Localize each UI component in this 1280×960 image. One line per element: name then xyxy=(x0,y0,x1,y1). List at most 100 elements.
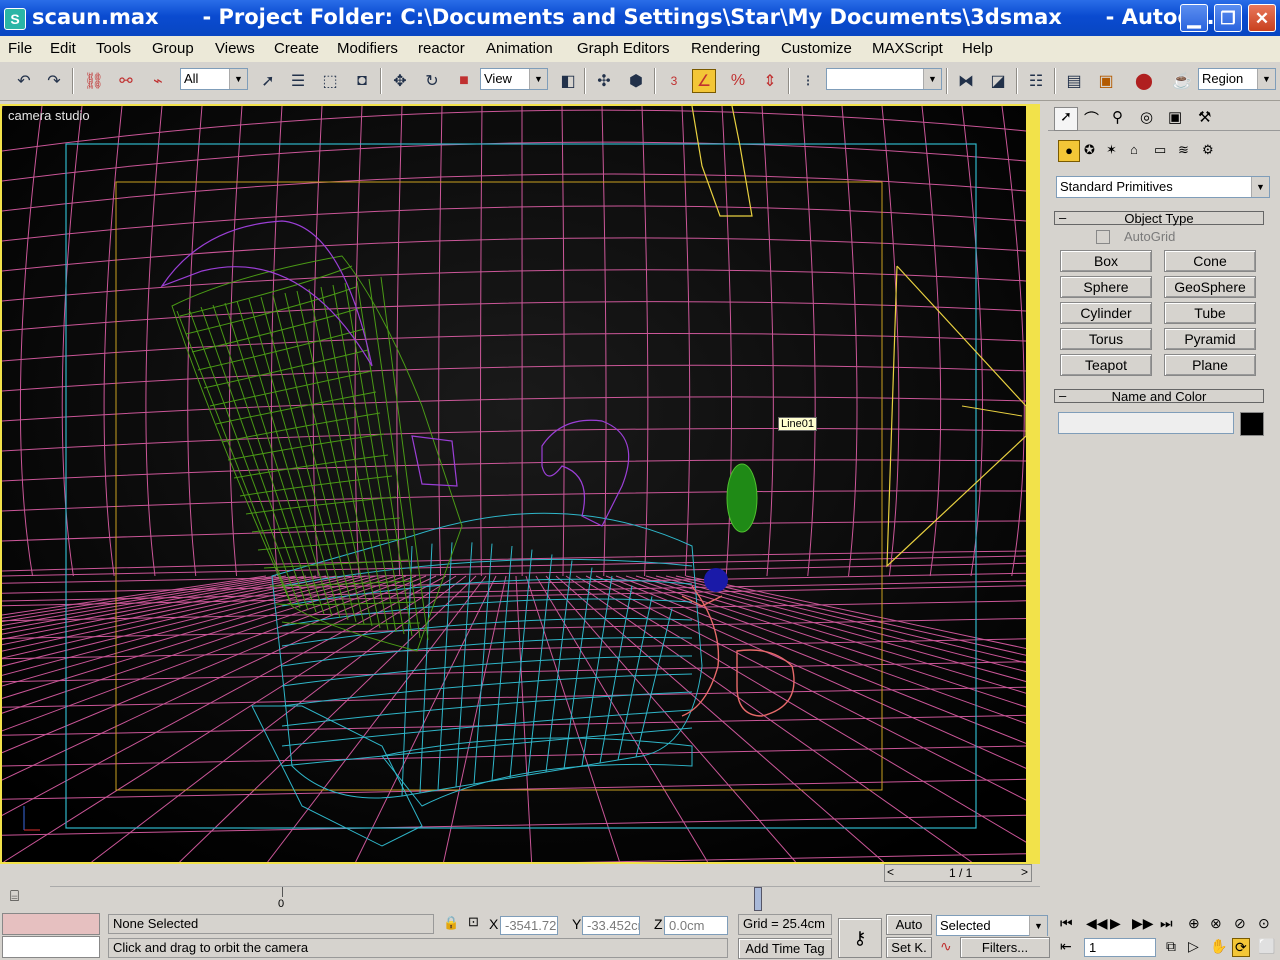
perspective-icon[interactable]: ⊙ xyxy=(1258,915,1270,932)
named-selection-dropdown[interactable]: ▼ xyxy=(826,68,942,90)
pan-hand-icon[interactable]: ✋ xyxy=(1210,938,1227,955)
menu-customize[interactable]: Customize xyxy=(781,40,852,57)
menu-animation[interactable]: Animation xyxy=(486,40,553,57)
motion-tab-icon[interactable]: ◎ xyxy=(1140,108,1153,126)
object-type-rollout[interactable]: – Object Type xyxy=(1054,211,1264,226)
modify-tab-icon[interactable]: ⌒ xyxy=(1084,108,1099,129)
shapes-icon[interactable]: ✪ xyxy=(1084,142,1095,158)
previous-frame-icon[interactable]: ◀◀ xyxy=(1086,915,1108,932)
absolute-mode-icon[interactable]: ⊡ xyxy=(468,914,479,930)
geometry-icon[interactable]: ● xyxy=(1058,140,1080,162)
x-coordinate-field[interactable]: -3541.723 xyxy=(500,916,558,935)
slider-prev-icon[interactable]: < xyxy=(887,865,894,879)
undo-icon[interactable]: ↶ xyxy=(12,69,36,93)
move-icon[interactable]: ✥ xyxy=(388,69,412,93)
auto-key-button[interactable]: Auto xyxy=(886,914,932,935)
systems-icon[interactable]: ⚙ xyxy=(1202,142,1214,158)
torus-button[interactable]: Torus xyxy=(1060,328,1152,350)
teapot-button[interactable]: Teapot xyxy=(1060,354,1152,376)
snap-toggle-icon[interactable]: 3 xyxy=(662,69,686,93)
set-key-button[interactable]: Set K. xyxy=(886,937,932,958)
create-tab-icon[interactable]: ➚ xyxy=(1054,107,1078,131)
autogrid-checkbox[interactable] xyxy=(1096,230,1110,244)
set-key-icon[interactable]: ⚷ xyxy=(838,918,882,958)
go-to-end-icon[interactable]: ⏭ xyxy=(1160,915,1173,932)
geosphere-button[interactable]: GeoSphere xyxy=(1164,276,1256,298)
menu-create[interactable]: Create xyxy=(274,40,319,57)
menu-modifiers[interactable]: Modifiers xyxy=(337,40,398,57)
select-by-name-icon[interactable]: ☰ xyxy=(286,69,310,93)
field-of-view-icon[interactable]: ▷ xyxy=(1188,938,1199,955)
tube-button[interactable]: Tube xyxy=(1164,302,1256,324)
menu-edit[interactable]: Edit xyxy=(50,40,76,57)
menu-maxscript[interactable]: MAXScript xyxy=(872,40,943,57)
render-scene-icon[interactable]: ☕ xyxy=(1170,69,1194,93)
mini-curve-editor-icon[interactable]: ⌸ xyxy=(10,888,32,908)
menu-reactor[interactable]: reactor xyxy=(418,40,465,57)
key-filters-icon[interactable]: ∿ xyxy=(940,938,952,955)
cone-button[interactable]: Cone xyxy=(1164,250,1256,272)
lock-selection-icon[interactable]: 🔒 xyxy=(443,915,459,931)
keyboard-shortcut-icon[interactable]: ⬢ xyxy=(624,69,648,93)
timeline-track[interactable]: 0 xyxy=(50,886,1040,911)
key-filters-button[interactable]: Filters... xyxy=(960,937,1050,958)
menu-group[interactable]: Group xyxy=(152,40,194,57)
menu-views[interactable]: Views xyxy=(215,40,255,57)
time-cursor[interactable] xyxy=(754,887,762,911)
plane-button[interactable]: Plane xyxy=(1164,354,1256,376)
select-manipulate-icon[interactable]: ✣ xyxy=(592,69,616,93)
box-button[interactable]: Box xyxy=(1060,250,1152,272)
material-editor-icon[interactable]: ⬤ xyxy=(1132,69,1156,93)
cylinder-button[interactable]: Cylinder xyxy=(1060,302,1152,324)
add-time-tag-button[interactable]: Add Time Tag xyxy=(738,938,832,959)
select-object-icon[interactable]: ➚ xyxy=(256,69,280,93)
window-crossing-icon[interactable]: ◘ xyxy=(350,69,374,93)
unlink-icon[interactable]: ⚯ xyxy=(114,69,138,93)
menu-rendering[interactable]: Rendering xyxy=(691,40,760,57)
edit-named-selection-icon[interactable]: ⁝ xyxy=(796,69,820,93)
y-coordinate-field[interactable]: -33.452cm xyxy=(582,916,640,935)
time-slider[interactable]: < 1 / 1 > xyxy=(884,864,1032,882)
pivot-center-icon[interactable]: ◧ xyxy=(556,69,580,93)
utilities-tab-icon[interactable]: ⚒ xyxy=(1198,108,1211,126)
dolly-icon[interactable]: ⊘ xyxy=(1234,915,1246,932)
maxscript-input[interactable] xyxy=(2,936,100,958)
current-frame-field[interactable]: 1 xyxy=(1084,938,1156,957)
maximize-button[interactable]: ❐ xyxy=(1214,4,1242,32)
minimize-button[interactable]: ▁ xyxy=(1180,4,1208,32)
layer-manager-icon[interactable]: ☷ xyxy=(1024,69,1048,93)
key-mode-dropdown[interactable]: Selected ▼ xyxy=(936,915,1048,936)
primitives-category-dropdown[interactable]: Standard Primitives ▼ xyxy=(1056,176,1270,198)
mirror-icon[interactable]: ⧓ xyxy=(954,69,978,93)
schematic-view-icon[interactable]: ▣ xyxy=(1094,69,1118,93)
curve-editor-icon[interactable]: ▤ xyxy=(1062,69,1086,93)
zoom-all-icon[interactable]: ⊗ xyxy=(1210,915,1222,932)
name-color-rollout[interactable]: – Name and Color xyxy=(1054,389,1264,404)
percent-snap-icon[interactable]: % xyxy=(726,69,750,93)
helpers-icon[interactable]: ▭ xyxy=(1154,142,1166,158)
play-icon[interactable]: ▶ xyxy=(1110,915,1121,932)
scale-icon[interactable]: ■ xyxy=(452,69,476,93)
viewport-label[interactable]: camera studio xyxy=(8,108,90,123)
maximize-viewport-icon[interactable]: ⬜ xyxy=(1258,938,1275,955)
object-name-field[interactable] xyxy=(1058,412,1234,434)
sphere-button[interactable]: Sphere xyxy=(1060,276,1152,298)
lights-icon[interactable]: ✶ xyxy=(1106,142,1117,158)
align-icon[interactable]: ◪ xyxy=(986,69,1010,93)
menu-help[interactable]: Help xyxy=(962,40,993,57)
hierarchy-tab-icon[interactable]: ⚲ xyxy=(1112,108,1123,126)
render-region-dropdown[interactable]: Region ▼ xyxy=(1198,68,1276,90)
reference-coordinate-dropdown[interactable]: View ▼ xyxy=(480,68,548,90)
bind-space-warp-icon[interactable]: ⌁ xyxy=(146,69,170,93)
spinner-snap-icon[interactable]: ⇕ xyxy=(758,69,782,93)
z-coordinate-field[interactable]: 0.0cm xyxy=(664,916,728,935)
object-color-swatch[interactable] xyxy=(1240,412,1264,436)
menu-tools[interactable]: Tools xyxy=(96,40,131,57)
maxscript-listener-mini[interactable] xyxy=(2,913,100,935)
cameras-icon[interactable]: ⌂ xyxy=(1130,142,1138,157)
next-frame-icon[interactable]: ▶▶ xyxy=(1132,915,1154,932)
rotate-icon[interactable]: ↻ xyxy=(420,69,444,93)
time-config-icon[interactable]: ⧉ xyxy=(1166,938,1176,955)
zoom-icon[interactable]: ⊕ xyxy=(1188,915,1200,932)
display-tab-icon[interactable]: ▣ xyxy=(1168,108,1182,126)
